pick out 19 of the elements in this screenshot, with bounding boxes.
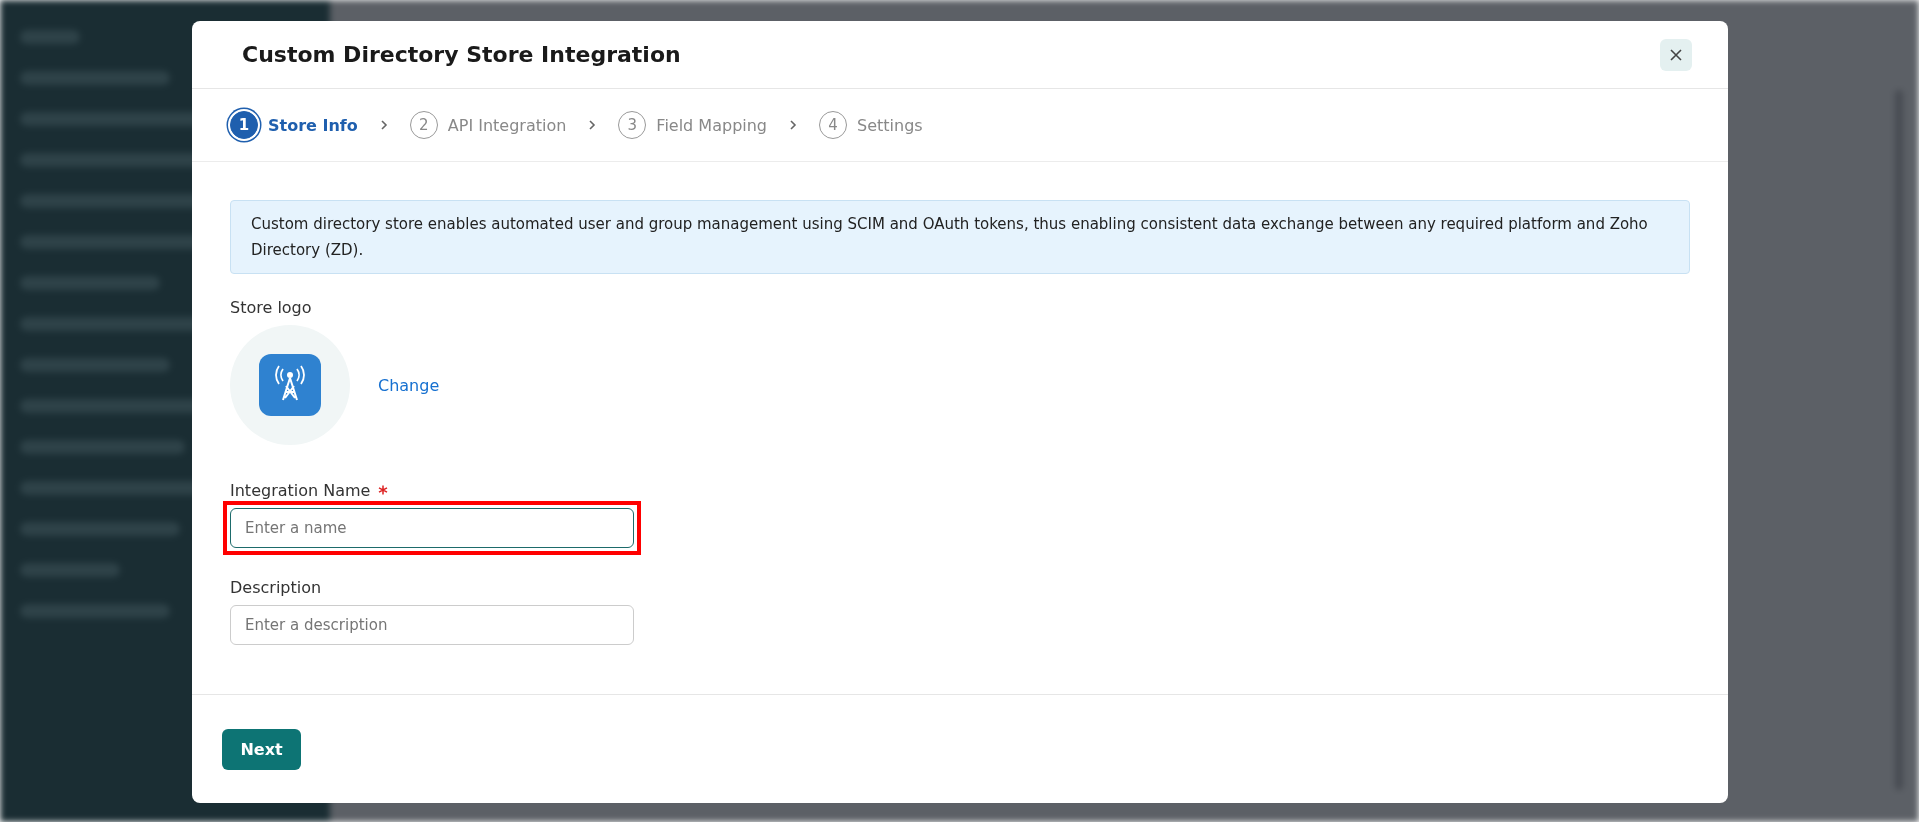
field-label: Store logo (230, 298, 313, 317)
close-icon (1669, 47, 1683, 62)
info-banner: Custom directory store enables automated user and group management using SCIM and OAuth tokens, thus enabling consistent data exchange between any required platform and Zoho Directory (ZD). (230, 200, 1690, 274)
step-tab[interactable]: 2 API Integration (409, 111, 567, 139)
change-link[interactable]: Change (378, 375, 440, 395)
chevron-icon (789, 119, 798, 131)
input-field[interactable]: Enter a name (230, 508, 634, 548)
field-label: Description (230, 578, 322, 597)
chevron-icon (588, 119, 597, 131)
chevron-icon (379, 119, 388, 131)
close-button[interactable] (1660, 38, 1692, 71)
asterisk-icon (378, 484, 389, 495)
step-tab[interactable]: 3 Field Mapping (618, 111, 768, 139)
step-tab[interactable]: 1 Store Info (230, 111, 358, 139)
antenna-tower-icon (259, 354, 321, 416)
field-label: Integration Name (230, 481, 389, 500)
dialog-title: Custom Directory Store Integration (242, 42, 681, 67)
next-button[interactable]: Next (222, 728, 301, 770)
step-tab[interactable]: 4 Settings (819, 111, 923, 139)
